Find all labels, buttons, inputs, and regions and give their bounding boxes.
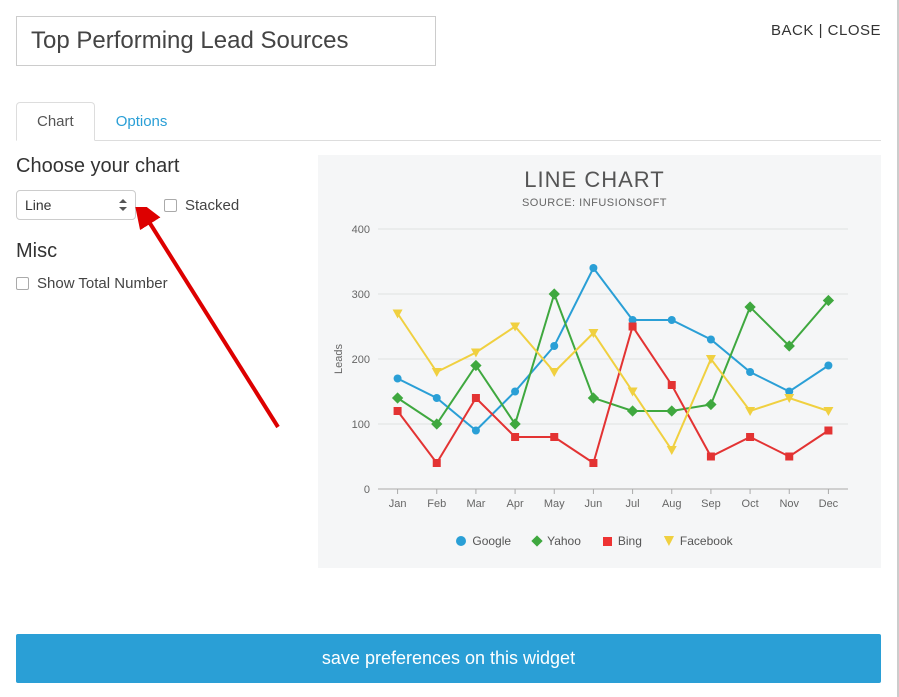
stacked-checkbox[interactable] <box>164 199 177 212</box>
svg-text:Sep: Sep <box>701 498 721 510</box>
svg-text:Leads: Leads <box>333 344 345 374</box>
svg-text:Apr: Apr <box>507 498 524 510</box>
tabs: Chart Options <box>16 102 881 141</box>
tab-options[interactable]: Options <box>95 102 189 141</box>
svg-text:400: 400 <box>352 224 370 236</box>
legend-item-bing[interactable]: Bing <box>603 534 642 548</box>
circle-marker-icon <box>456 536 466 546</box>
choose-chart-heading: Choose your chart <box>16 155 306 178</box>
line-chart: 0 100 200 300 400 Leads Jan Feb Mar Apr May Jun Jul A… <box>328 219 858 519</box>
tab-chart[interactable]: Chart <box>16 102 95 141</box>
show-total-checkbox-row[interactable]: Show Total Number <box>16 275 306 292</box>
svg-text:May: May <box>544 498 565 510</box>
widget-title-input[interactable] <box>16 16 436 66</box>
misc-heading: Misc <box>16 240 306 263</box>
svg-text:200: 200 <box>352 354 370 366</box>
header-nav: BACK | CLOSE <box>771 16 881 39</box>
diamond-marker-icon <box>531 535 542 546</box>
square-marker-icon <box>603 537 612 546</box>
svg-text:Mar: Mar <box>466 498 485 510</box>
show-total-label: Show Total Number <box>37 275 168 292</box>
stacked-label: Stacked <box>185 197 239 214</box>
chart-type-select[interactable]: Line <box>16 190 136 220</box>
svg-text:300: 300 <box>352 289 370 301</box>
svg-text:Aug: Aug <box>662 498 682 510</box>
svg-text:Oct: Oct <box>742 498 759 510</box>
svg-text:Jan: Jan <box>389 498 407 510</box>
chart-subtitle: SOURCE: INFUSIONSOFT <box>328 197 861 209</box>
show-total-checkbox[interactable] <box>16 277 29 290</box>
legend-item-facebook[interactable]: Facebook <box>664 534 733 548</box>
svg-text:0: 0 <box>364 484 370 496</box>
chart-type-value: Line <box>25 197 51 213</box>
save-preferences-button[interactable]: save preferences on this widget <box>16 634 881 683</box>
svg-text:100: 100 <box>352 419 370 431</box>
legend-item-google[interactable]: Google <box>456 534 511 548</box>
legend-item-yahoo[interactable]: Yahoo <box>533 534 581 548</box>
stacked-checkbox-row[interactable]: Stacked <box>164 197 239 214</box>
svg-text:Jul: Jul <box>626 498 640 510</box>
chart-legend: Google Yahoo Bing Facebook <box>328 534 861 548</box>
svg-text:Nov: Nov <box>779 498 799 510</box>
svg-text:Feb: Feb <box>427 498 446 510</box>
chart-panel: LINE CHART SOURCE: INFUSIONSOFT 0 100 200 3… <box>318 155 881 568</box>
triangle-marker-icon <box>664 536 674 546</box>
close-link[interactable]: CLOSE <box>828 22 881 39</box>
back-link[interactable]: BACK <box>771 22 814 39</box>
svg-text:Dec: Dec <box>819 498 839 510</box>
chart-title: LINE CHART <box>328 167 861 193</box>
svg-text:Jun: Jun <box>585 498 603 510</box>
